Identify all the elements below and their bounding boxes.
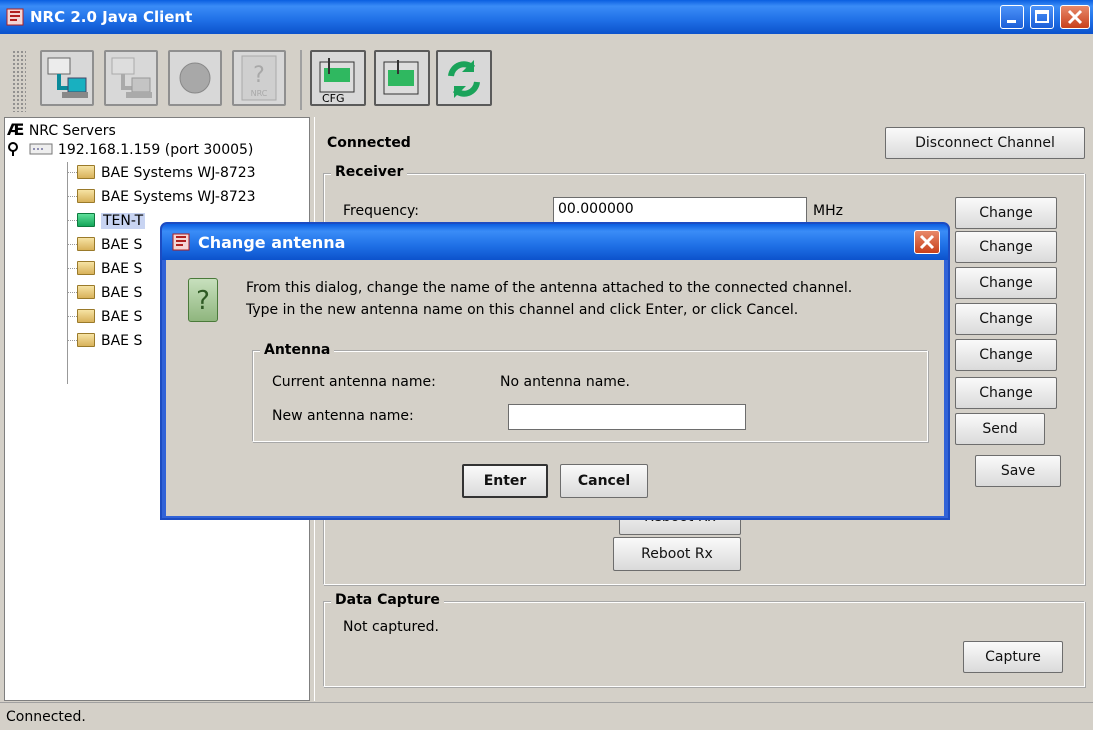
main-window: NRC 2.0 Java Client ? NRC CFG Æ NRC Serv… (0, 0, 1093, 730)
config-icon: CFG (319, 58, 355, 105)
title-bar: NRC 2.0 Java Client (0, 0, 1093, 34)
nrc-label: NRC (251, 89, 268, 98)
change-button[interactable]: Change (955, 231, 1057, 263)
receiver-folder-icon (77, 309, 95, 323)
send-button[interactable]: Send (955, 413, 1045, 445)
network-computer-disabled-icon (111, 57, 152, 98)
receiver-folder-icon (77, 237, 95, 251)
minimize-button[interactable] (1000, 5, 1024, 29)
receiver-button[interactable] (374, 50, 430, 106)
receiver-icon (383, 60, 419, 95)
close-icon (1067, 9, 1083, 25)
receiver-group-label: Receiver (331, 164, 408, 180)
current-antenna-value: No antenna name. (500, 374, 630, 390)
help-glyph: ? (253, 63, 265, 88)
receiver-folder-icon (77, 165, 95, 179)
change-button[interactable]: Change (955, 339, 1057, 371)
tree-item[interactable]: BAE S (67, 261, 142, 277)
maximize-button[interactable] (1030, 5, 1054, 29)
ae-logo-icon: Æ (7, 120, 25, 139)
change-antenna-dialog: Change antenna ? From this dialog, chang… (160, 222, 950, 520)
refresh-icon (448, 60, 480, 98)
reboot-rx-button[interactable]: Reboot Rx (613, 537, 741, 571)
tree-item-label: BAE S (101, 237, 143, 253)
config-button[interactable]: CFG (310, 50, 366, 106)
toolbar-separator (300, 50, 302, 110)
dialog-title-bar: Change antenna (162, 224, 948, 260)
tree-item[interactable]: BAE Systems WJ-8723 (67, 165, 256, 181)
change-button[interactable]: Change (955, 267, 1057, 299)
server-icon (29, 143, 53, 155)
cfg-label: CFG (322, 92, 345, 104)
change-button[interactable]: Change (955, 197, 1057, 229)
app-icon (172, 233, 190, 251)
help-disabled-icon: ?NRC (241, 55, 277, 101)
enter-button[interactable]: Enter (462, 464, 548, 498)
new-antenna-label: New antenna name: (272, 408, 414, 424)
tree-item-label: BAE S (101, 309, 143, 325)
maximize-icon (1035, 10, 1049, 23)
change-button[interactable]: Change (955, 377, 1057, 409)
minimize-icon (1007, 20, 1016, 23)
disconnect-channel-button[interactable]: Disconnect Channel (885, 127, 1085, 159)
capture-status: Not captured. (343, 619, 439, 635)
tree-item-label: BAE S (101, 333, 143, 349)
dialog-body: ? From this dialog, change the name of t… (166, 260, 944, 516)
question-icon: ? (188, 278, 218, 322)
tree-root[interactable]: Æ NRC Servers (7, 120, 116, 139)
status-bar: Connected. (0, 702, 1093, 730)
tree-server-node[interactable]: 192.168.1.159 (port 30005) (7, 142, 253, 158)
dialog-message-line2: Type in the new antenna name on this cha… (246, 302, 799, 318)
network-computer-icon (47, 57, 88, 98)
dialog-message-line1: From this dialog, change the name of the… (246, 280, 853, 296)
record-button[interactable] (168, 50, 222, 106)
receiver-folder-icon (77, 333, 95, 347)
pin-icon (8, 142, 18, 156)
frequency-label: Frequency: (343, 203, 420, 219)
tree-item-label: TEN-T (101, 213, 146, 229)
tree-item-label: BAE S (101, 285, 143, 301)
tree-item[interactable]: BAE S (67, 285, 142, 301)
close-window-button[interactable] (1060, 5, 1090, 29)
help-button[interactable]: ? NRC (232, 50, 286, 106)
capture-button[interactable]: Capture (963, 641, 1063, 673)
dialog-title: Change antenna (198, 233, 346, 252)
close-icon (919, 234, 935, 250)
tree-item[interactable]: BAE Systems WJ-8723 (67, 189, 256, 205)
connection-status-title: Connected (327, 135, 411, 151)
cancel-button[interactable]: Cancel (560, 464, 648, 498)
antenna-group-label: Antenna (260, 342, 335, 358)
tree-item[interactable]: BAE S (67, 237, 142, 253)
tree-root-label: NRC Servers (28, 123, 116, 139)
tree-server-label: 192.168.1.159 (port 30005) (57, 142, 254, 158)
tree-item-label: BAE Systems WJ-8723 (101, 165, 256, 181)
record-disabled-icon (179, 62, 211, 94)
current-antenna-label: Current antenna name: (272, 374, 436, 390)
toolbar-grip[interactable] (12, 50, 26, 112)
receiver-folder-icon (77, 261, 95, 275)
receiver-connected-icon (77, 213, 95, 227)
receiver-folder-icon (77, 189, 95, 203)
frequency-field[interactable]: 00.000000 (553, 197, 807, 223)
change-button[interactable]: Change (955, 303, 1057, 335)
app-icon (6, 8, 24, 26)
receiver-folder-icon (77, 285, 95, 299)
tree-item[interactable]: BAE S (67, 333, 142, 349)
tree-item[interactable]: BAE S (67, 309, 142, 325)
window-title: NRC 2.0 Java Client (30, 8, 193, 26)
status-text: Connected. (6, 709, 86, 725)
connect-server-button[interactable] (40, 50, 94, 106)
tree-item-label: BAE Systems WJ-8723 (101, 189, 256, 205)
refresh-button[interactable] (436, 50, 492, 106)
new-antenna-input[interactable] (508, 404, 746, 430)
frequency-unit: MHz (813, 203, 843, 219)
tree-item-selected[interactable]: TEN-T (67, 213, 146, 229)
disconnect-server-button[interactable] (104, 50, 158, 106)
tree-item-label: BAE S (101, 261, 143, 277)
data-capture-group-label: Data Capture (331, 592, 444, 608)
dialog-close-button[interactable] (914, 230, 940, 254)
save-button[interactable]: Save (975, 455, 1061, 487)
